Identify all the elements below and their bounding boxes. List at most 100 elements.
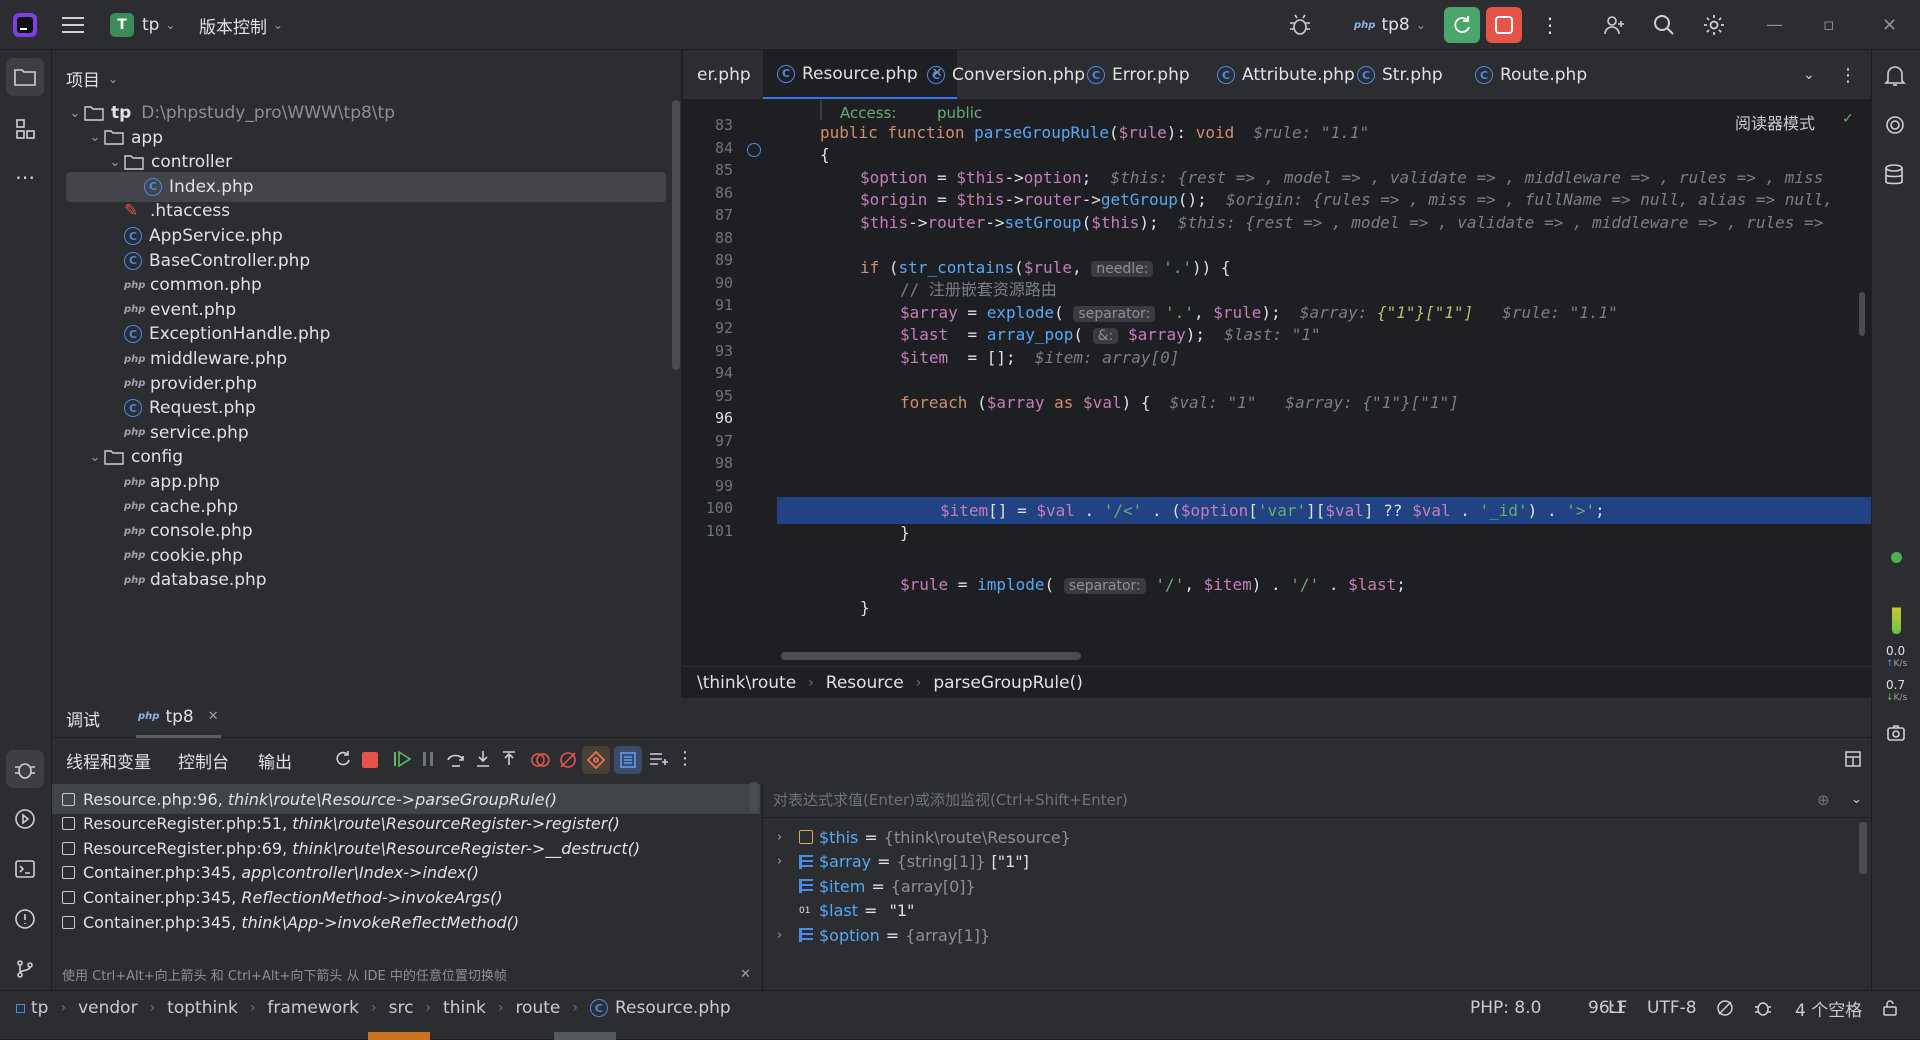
line-number[interactable]: 98 [683,454,733,472]
status-path-item[interactable]: vendor [78,998,137,1018]
minimize-icon[interactable]: — [1766,0,1783,50]
tree-scrollbar[interactable] [672,100,680,370]
breadcrumb-class[interactable]: Resource [826,673,904,693]
more-tools-icon[interactable]: ⋯ [6,158,44,196]
status-path-item[interactable]: C Resource.php [589,998,731,1018]
breadcrumb-namespace[interactable]: \think\route [697,673,796,693]
editor-tab[interactable]: C Route.php [1461,50,1601,99]
rerun-icon[interactable] [334,750,352,768]
chevron-right-icon[interactable]: › [777,830,799,845]
project-tool-folder-icon[interactable] [6,58,44,96]
line-number[interactable]: 101 [683,522,733,540]
chevron-down-icon[interactable]: ⌄ [106,155,124,170]
tree-item[interactable]: php database.php [52,565,672,595]
restore-icon[interactable]: ▫ [1823,0,1835,50]
indent-setting[interactable]: 4 个空格 [1795,991,1862,1025]
debug-tool-icon[interactable] [6,750,44,788]
status-path-item[interactable]: framework [267,998,359,1018]
chevron-right-icon[interactable]: › [777,928,799,943]
line-number[interactable]: 85 [683,161,733,179]
mute-breakpoints-icon[interactable] [558,750,578,770]
evaluate-list-icon[interactable] [648,750,668,768]
stop-button[interactable] [1486,7,1522,43]
breadcrumb-method[interactable]: parseGroupRule() [933,673,1083,693]
frames-scrollbar[interactable] [750,782,758,812]
editor-tab[interactable]: C Str.php [1343,50,1457,99]
line-number[interactable]: 86 [683,184,733,202]
tab-console[interactable]: 控制台 [178,738,229,782]
search-icon[interactable] [1652,0,1676,50]
debug-tab[interactable]: 调试 [66,698,100,738]
more-actions-icon[interactable]: ⋮ [1540,0,1560,50]
editor-hscrollbar[interactable] [781,652,1081,660]
inspections-off-icon[interactable] [1716,999,1734,1017]
stop-icon[interactable] [362,752,378,768]
line-number[interactable]: 90 [683,274,733,292]
add-watch-icon[interactable]: ⊕ [1817,791,1830,809]
variables-scrollbar[interactable] [1859,822,1867,874]
session-tab[interactable]: php tp8 ✕ [136,698,221,738]
file-encoding[interactable]: UTF-8 [1647,991,1697,1025]
tab-more-icon[interactable]: ⋮ [1839,50,1857,99]
vcs-menu[interactable]: 版本控制 ⌄ [199,0,283,50]
line-number[interactable]: 99 [683,477,733,495]
close-tab-icon[interactable]: ✕ [208,709,219,724]
step-over-icon[interactable] [446,750,466,768]
run-config-selector[interactable]: php tp8 ⌄ [1354,0,1426,50]
project-panel-title[interactable]: 项目 ⌄ [66,66,118,91]
chevron-down-icon[interactable]: ⌄ [86,450,104,465]
line-number[interactable]: 83 [683,116,733,134]
database-icon[interactable] [1884,164,1904,186]
editor-vscrollbar[interactable] [1859,292,1865,336]
code-editor[interactable]: Access: public 阅读器模式 ✓ 83 84 85 86 87 88 89 90 9… [683,100,1871,666]
chevron-down-icon[interactable]: ⌄ [86,130,104,145]
show-values-icon[interactable] [614,746,642,774]
status-path-item[interactable]: src [389,998,414,1018]
chevron-down-icon[interactable]: ⌄ [1851,792,1862,807]
line-number[interactable]: 100 [683,499,733,517]
problems-icon[interactable] [6,900,44,938]
notifications-bell-icon[interactable] [1884,64,1906,88]
status-path-item[interactable]: think [443,998,486,1018]
chevron-right-icon[interactable]: › [777,854,799,869]
services-icon[interactable] [6,800,44,838]
chevron-down-icon[interactable]: ⌄ [66,106,84,121]
line-number[interactable]: 97 [683,432,733,450]
line-number[interactable]: 93 [683,342,733,360]
main-menu-icon[interactable] [62,0,84,50]
reader-mode-button[interactable]: 阅读器模式 [1735,110,1815,134]
terminal-icon[interactable] [6,850,44,888]
status-path-item[interactable]: topthink [167,998,238,1018]
more-debug-icon[interactable]: ⋮ [676,748,694,769]
line-number[interactable]: 96 [683,409,733,427]
line-number[interactable]: 92 [683,319,733,337]
structure-icon[interactable] [6,110,44,148]
line-number[interactable]: 89 [683,251,733,269]
evaluate-expression-input[interactable]: 对表达式求值(Enter)或添加监视(Ctrl+Shift+Enter) ⊕ ⌄ [763,782,1872,818]
screenshot-camera-icon[interactable] [1886,724,1906,742]
layout-icon[interactable] [1844,750,1862,768]
view-breakpoints-icon[interactable] [530,750,550,770]
debug-bug-icon[interactable] [1288,0,1312,50]
tab-list-chevron-icon[interactable]: ⌄ [1803,50,1815,99]
step-out-icon[interactable] [500,750,518,768]
line-number[interactable]: 87 [683,206,733,224]
override-marker-icon[interactable] [747,143,761,157]
step-into-icon[interactable] [474,750,492,768]
line-number[interactable]: 91 [683,296,733,314]
line-number[interactable]: 84 [683,139,733,157]
tab-threads-variables[interactable]: 线程和变量 [66,738,151,782]
editor-tab[interactable]: C Conversion.php [913,50,1099,99]
git-icon[interactable] [6,950,44,988]
debug-status-icon[interactable] [1754,999,1772,1017]
tab-output[interactable]: 输出 [258,738,292,782]
close-hint-icon[interactable]: ✕ [740,967,751,982]
settings-gear-icon[interactable] [1702,0,1726,50]
php-version[interactable]: PHP: 8.0 [1470,991,1541,1025]
variable-row[interactable]: › $option = {array[1]} [777,920,990,950]
stack-frame[interactable]: Container.php:345, think\App->invokeRefl… [52,907,760,937]
rerun-debug-button[interactable] [1444,7,1480,43]
line-number[interactable]: 94 [683,364,733,382]
line-number[interactable]: 88 [683,229,733,247]
lock-icon[interactable] [1882,999,1898,1017]
